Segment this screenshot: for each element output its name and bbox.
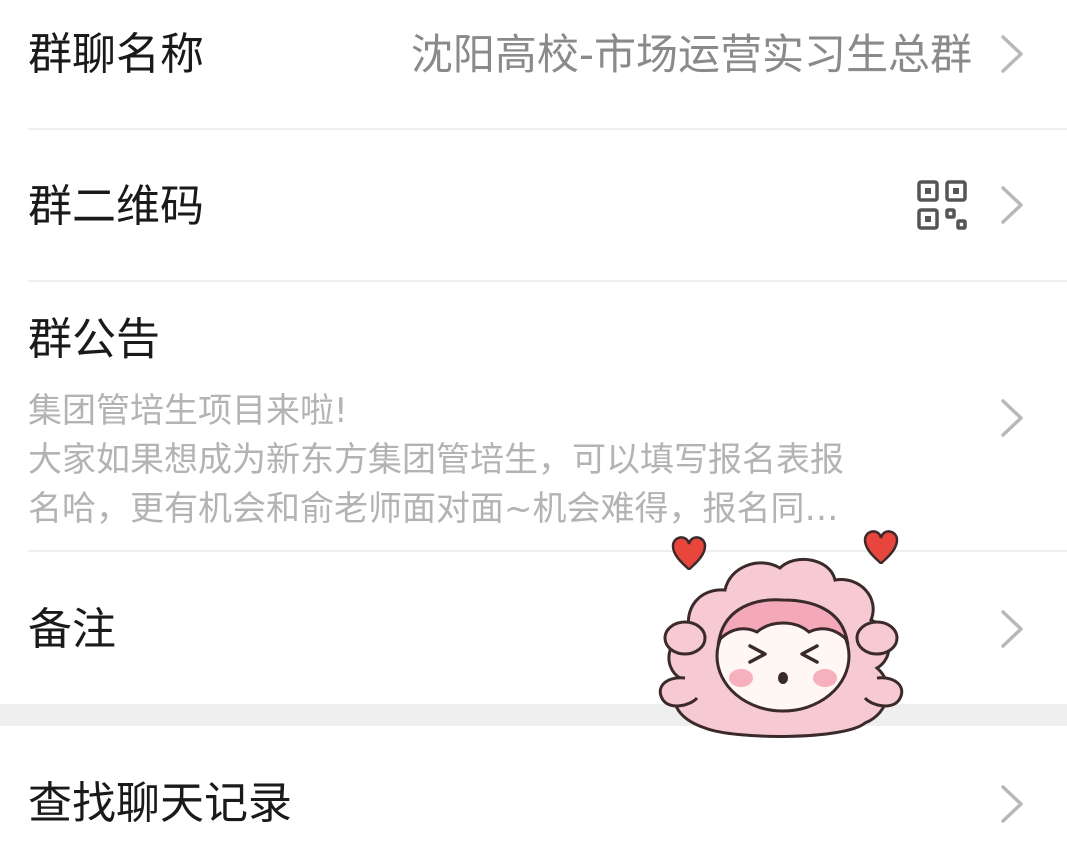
group-name-row[interactable]: 群聊名称 沈阳高校-市场运营实习生总群 bbox=[0, 0, 1067, 128]
group-name-label: 群聊名称 bbox=[28, 29, 204, 80]
heart-icon bbox=[671, 536, 707, 571]
remark-label: 备注 bbox=[28, 604, 116, 655]
chevron-right-icon bbox=[1001, 785, 1023, 823]
qr-code-row[interactable]: 群二维码 bbox=[0, 130, 1067, 280]
chevron-right-icon bbox=[1001, 35, 1023, 73]
announcement-line: 大家如果想成为新东方集团管培生，可以填写报名表报 bbox=[28, 440, 844, 480]
announcement-preview: 集团管培生项目来啦! 大家如果想成为新东方集团管培生，可以填写报名表报 名哈，更… bbox=[28, 387, 948, 534]
chevron-right-icon bbox=[1001, 186, 1023, 224]
announcement-label: 群公告 bbox=[28, 314, 160, 365]
qr-code-icon bbox=[917, 180, 967, 230]
search-chat-history-label: 查找聊天记录 bbox=[28, 778, 292, 829]
announcement-line: 名哈，更有机会和俞老师面对面~机会难得，报名同… bbox=[28, 489, 839, 529]
announcement-row[interactable]: 群公告 集团管培生项目来啦! 大家如果想成为新东方集团管培生，可以填写报名表报 … bbox=[0, 282, 1067, 550]
sheep-sticker-icon bbox=[658, 530, 904, 738]
chevron-right-icon bbox=[1001, 610, 1023, 648]
heart-icon bbox=[863, 530, 899, 565]
search-chat-history-row[interactable]: 查找聊天记录 bbox=[0, 726, 1067, 866]
announcement-line: 集团管培生项目来啦! bbox=[28, 391, 348, 431]
group-name-value: 沈阳高校-市场运营实习生总群 bbox=[410, 30, 972, 79]
chevron-right-icon bbox=[1001, 399, 1023, 437]
qr-code-label: 群二维码 bbox=[28, 181, 204, 232]
group-settings-screen: 群聊名称 沈阳高校-市场运营实习生总群 群二维码 群公告 集团管培生项目来啦! … bbox=[0, 0, 1067, 866]
